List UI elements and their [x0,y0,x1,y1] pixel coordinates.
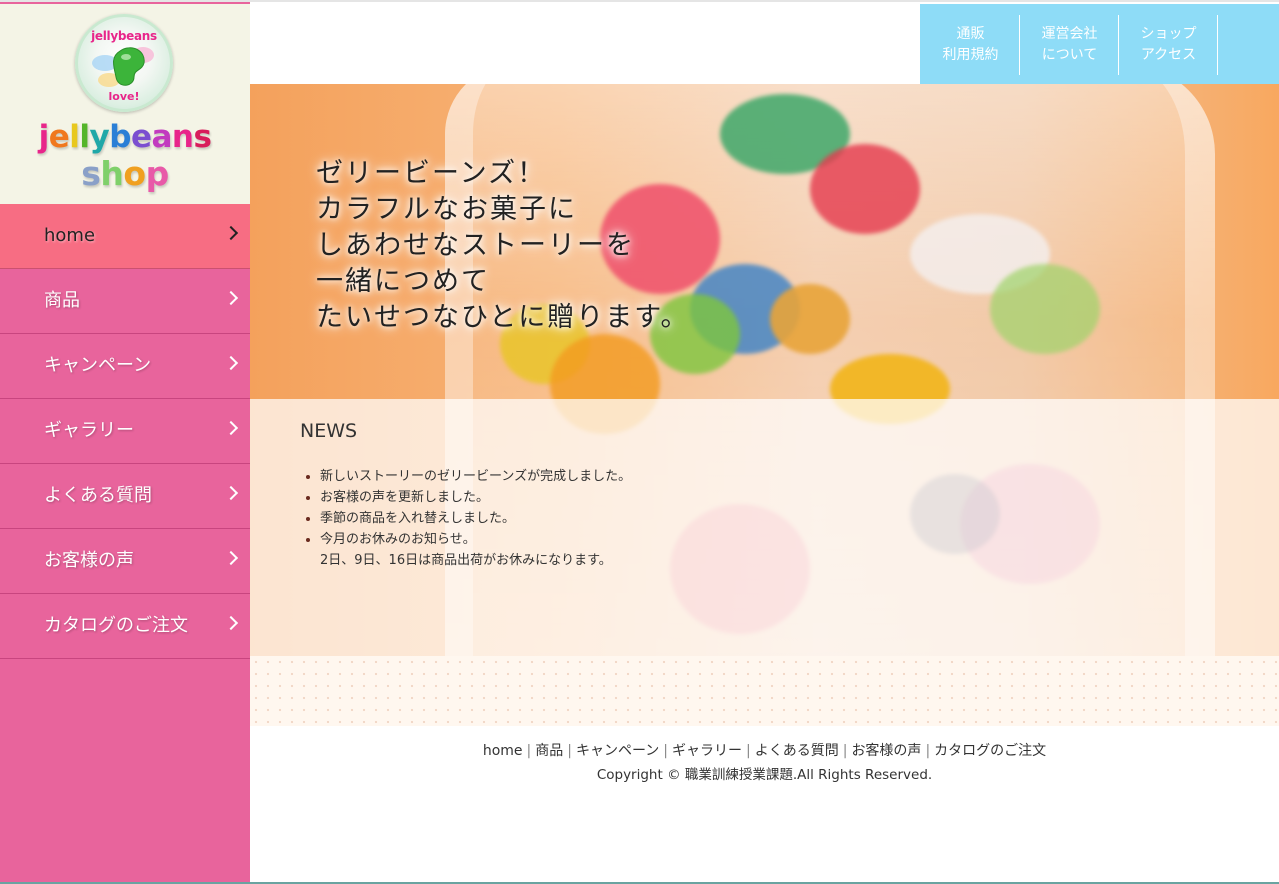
logo-wordmark-jellybeans: jellybeans [0,119,250,155]
top-menu-label: 通販 [956,26,985,42]
chevron-right-icon [223,420,239,436]
sidebar-item-gallery[interactable]: ギャラリー [0,399,250,464]
chevron-right-icon [223,550,239,566]
logo-letter: l [79,119,90,155]
sidebar-item-label: 商品 [44,290,80,311]
logo-letter: j [38,119,50,155]
hero-candy [810,144,920,234]
chevron-right-icon [223,290,239,306]
logo-letter: p [145,154,170,193]
footer-separator: | [842,743,848,759]
news-item: 季節の商品を入れ替えしました。 [320,508,631,529]
logo-letter: s [193,119,212,155]
footer-link[interactable]: home [483,743,523,759]
top-menu-company[interactable]: 運営会社 について [1020,4,1119,86]
hero-banner: ゼリービーンズ！ カラフルなお菓子にしあわせなストーリーを 一緒につめてたいせつなひ… [250,84,1279,656]
sidebar-item-label: よくある質問 [44,485,152,506]
footer-separator: | [746,743,751,759]
logo-letter: o [123,154,146,193]
sidebar-item-label: キャンペーン [44,355,152,376]
hero-tagline: ゼリービーンズ！ カラフルなお菓子にしあわせなストーリーを 一緒につめてたいせつなひ… [316,156,690,336]
footer-separator: | [925,743,931,759]
logo-letter: n [171,119,194,155]
sidebar-item-campaign[interactable]: キャンペーン [0,334,250,399]
header: 通販利用規約 運営会社について ショップアクセス [250,0,1279,86]
logo-badge-bottom-text: love! [108,90,140,103]
sidebar-item-label: ギャラリー [44,420,134,441]
footer-link[interactable]: 商品 [535,743,563,759]
sidebar-item-home[interactable]: home [0,204,250,269]
footer-nav: home | 商品 | キャンペーン | ギャラリー | よくある質問 | お客様の声 | カタログのご… [250,740,1279,760]
copyright: Copyright © 職業訓練授業課題.All Rights Reserved… [596,767,933,783]
news-item-text: 季節の商品を入れ替えしました。 [320,511,516,526]
footer-link[interactable]: カタログのご注文 [934,743,1046,759]
logo-letter: e [130,119,152,155]
chevron-right-icon [223,485,239,501]
news-item: 今月のお休みのお知らせ。 2日、9日、16日は商品出荷がお休みになります。 [320,529,631,571]
sidebar: jellybeans love! jellybeans shop home 商品… [0,0,250,884]
logo-letter: l [69,119,80,155]
top-menu-terms[interactable]: 通販 利用規約 [921,4,1020,86]
logo-area[interactable]: jellybeans love! jellybeans shop [0,4,250,204]
footer-link[interactable]: よくある質問 [755,743,839,759]
decorative-dot-strip [250,656,1279,726]
news-item-detail: 2日、9日、16日は商品出荷がお休みになります。 [320,553,612,568]
logo-letter: s [81,154,101,193]
top-menu: 通販利用規約 運営会社について ショップアクセス [920,4,1279,86]
chevron-right-icon [223,225,239,241]
logo-letter: b [109,119,131,155]
news-section: NEWS 新しいストーリーのゼリービーンズが完成しました。お客様の声を更新しまし… [250,399,1279,656]
news-item-text: 今月のお休みのお知らせ。 [320,532,476,547]
sidebar-item-label: home [44,225,96,246]
news-item: 新しいストーリーのゼリービーンズが完成しました。 [320,466,631,487]
hero-tagline-line: ゼリービーンズ！ [316,158,547,189]
footer-separator: | [663,743,668,759]
logo-wordmark-shop: shop [0,154,250,193]
news-item-text: お客様の声を更新しました。 [320,490,490,505]
hero-candy [990,264,1100,354]
hero-tagline-line: カラフルなお菓子に [316,194,577,225]
jellybean-icon [92,47,154,89]
sidebar-item-label: カタログのご注文 [44,615,188,636]
hero-tagline-line: たいせつなひとに贈ります。 [316,302,690,333]
sidebar-nav: home 商品 キャンペーン ギャラリー よくある質問 お客様の声 カタログのご… [0,204,250,659]
footer-separator: | [526,743,532,759]
sidebar-item-products[interactable]: 商品 [0,269,250,334]
news-title: NEWS [300,420,358,442]
chevron-right-icon [223,355,239,371]
top-menu-label: アクセス [1140,47,1197,63]
hero-tagline-line: 一緒につめて [316,266,490,297]
hero-candy [770,284,850,354]
sidebar-item-label: お客様の声 [44,550,134,571]
sidebar-item-faq[interactable]: よくある質問 [0,464,250,529]
news-item-text: 新しいストーリーのゼリービーンズが完成しました。 [320,469,632,484]
news-list: 新しいストーリーのゼリービーンズが完成しました。お客様の声を更新しました。季節の… [320,466,631,571]
logo-badge: jellybeans love! [75,14,173,112]
sidebar-item-catalog-order[interactable]: カタログのご注文 [0,594,250,659]
footer-link[interactable]: キャンペーン [576,743,659,759]
news-item: お客様の声を更新しました。 [320,487,631,508]
footer-link[interactable]: ギャラリー [672,743,742,759]
top-menu-label: ショップ [1140,26,1197,42]
logo-letter: e [48,119,70,155]
top-menu-label: 運営会社 [1041,26,1098,42]
sidebar-item-testimonials[interactable]: お客様の声 [0,529,250,594]
top-menu-label: について [1041,47,1098,63]
logo-letter: y [89,119,110,155]
hero-tagline-line: しあわせなストーリーを [316,230,635,261]
footer-link[interactable]: お客様の声 [851,743,921,759]
top-menu-label: 利用規約 [942,47,999,63]
logo-badge-top-text: jellybeans [91,29,157,43]
logo-letter: a [151,119,172,155]
footer-separator: | [567,743,572,759]
top-menu-shop-access[interactable]: ショップ アクセス [1119,4,1218,86]
chevron-right-icon [223,615,239,631]
logo-letter: h [100,154,124,193]
